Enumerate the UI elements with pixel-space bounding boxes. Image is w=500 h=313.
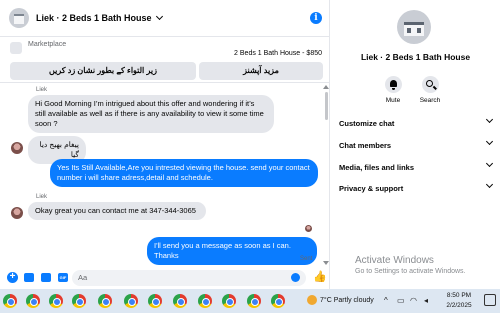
chrome-icon[interactable]	[271, 294, 285, 308]
seen-avatar	[305, 225, 312, 232]
marketplace-icon	[10, 42, 22, 54]
info-icon[interactable]: i	[310, 12, 322, 24]
volume-icon[interactable]: ◂	[424, 296, 428, 305]
scroll-down-icon[interactable]	[323, 261, 329, 265]
message-bubble-in[interactable]: Okay great you can contact me at 347-344…	[28, 202, 206, 220]
chrome-icon[interactable]	[173, 294, 187, 308]
chat-title-text: Liek · 2 Beds 1 Bath House	[36, 13, 152, 23]
chevron-up-icon[interactable]: ^	[384, 296, 388, 305]
section-privacy-support[interactable]: Privacy & support	[339, 180, 494, 193]
marketplace-bar: Marketplace 2 Beds 1 Bath House - $850 ز…	[0, 38, 330, 83]
chrome-icon[interactable]	[222, 294, 236, 308]
section-chat-members[interactable]: Chat members	[339, 137, 494, 150]
chrome-icon[interactable]	[124, 294, 138, 308]
chrome-icon[interactable]	[148, 294, 162, 308]
chevron-down-icon	[485, 180, 494, 189]
taskbar: 7°C Partly cloudy ^ ▭ ◠ ◂ 8:50 PM 2/2/20…	[0, 289, 500, 313]
message-sender: Liek	[36, 194, 48, 200]
sticker-icon[interactable]	[41, 273, 51, 282]
like-icon[interactable]: 👍	[313, 271, 327, 284]
scroll-thumb[interactable]	[325, 92, 328, 120]
chevron-down-icon	[485, 137, 494, 146]
clock-date[interactable]: 2/2/2025	[444, 302, 474, 309]
chevron-down-icon	[155, 12, 163, 21]
chrome-icon[interactable]	[198, 294, 212, 308]
message-status: Sent	[300, 256, 313, 262]
section-label: Media, files and links	[339, 163, 415, 172]
section-label: Privacy & support	[339, 184, 404, 193]
conversation-avatar[interactable]	[397, 10, 431, 44]
more-options-button[interactable]: مزید آپشنز	[199, 62, 323, 80]
section-media-files-links[interactable]: Media, files and links	[339, 159, 494, 172]
chrome-icon[interactable]	[247, 294, 261, 308]
section-customize-chat[interactable]: Customize chat	[339, 115, 494, 128]
scroll-up-icon[interactable]	[323, 85, 329, 89]
message-input[interactable]: Aa	[72, 270, 306, 286]
message-input-placeholder: Aa	[78, 273, 88, 282]
mute-label: Mute	[385, 97, 401, 104]
search-button[interactable]: Search	[410, 76, 450, 104]
section-label: Customize chat	[339, 119, 395, 128]
conversation-title: Liek · 2 Beds 1 Bath House	[360, 52, 471, 62]
house-image	[404, 22, 424, 36]
chevron-down-icon	[485, 115, 494, 124]
image-icon[interactable]	[24, 273, 34, 282]
mark-pending-button[interactable]: زیر التواء کے بطور نشان زد کریں	[10, 62, 196, 80]
chat-header: Liek · 2 Beds 1 Bath House i	[0, 0, 330, 37]
listing-title[interactable]: 2 Beds 1 Bath House - $850	[234, 50, 322, 57]
activate-windows-title: Activate Windows	[355, 255, 434, 266]
chevron-down-icon	[485, 159, 494, 168]
bell-icon	[389, 80, 397, 90]
network-icon[interactable]: ▭	[397, 296, 405, 305]
weather-icon[interactable]	[307, 295, 317, 305]
messenger-window: Liek · 2 Beds 1 Bath House i Marketplace…	[0, 0, 500, 289]
message-sender: Liek	[36, 87, 48, 93]
mute-circle	[384, 76, 402, 93]
clock-time[interactable]: 8:50 PM	[446, 292, 472, 299]
chrome-icon[interactable]	[98, 294, 112, 308]
weather-text[interactable]: 7°C Partly cloudy	[320, 297, 374, 304]
chat-pane: Liek · 2 Beds 1 Bath House i Marketplace…	[0, 0, 330, 289]
section-label: Chat members	[339, 141, 392, 150]
plus-icon[interactable]: +	[7, 272, 18, 283]
search-label: Search	[419, 97, 441, 104]
composer: + GIF Aa 👍	[0, 267, 330, 289]
notification-icon[interactable]	[484, 294, 496, 306]
conversation-info-pane: Liek · 2 Beds 1 Bath House Mute Search C…	[331, 0, 500, 289]
avatar[interactable]	[11, 142, 23, 154]
message-bubble-out[interactable]: I'll send you a message as soon as I can…	[147, 237, 317, 265]
chat-title[interactable]: Liek · 2 Beds 1 Bath House	[36, 12, 163, 23]
wifi-icon[interactable]: ◠	[410, 296, 417, 305]
chrome-icon[interactable]	[72, 294, 86, 308]
avatar[interactable]	[11, 207, 23, 219]
chrome-icon[interactable]	[49, 294, 63, 308]
chrome-icon[interactable]	[3, 294, 17, 308]
message-bubble-in[interactable]: Hi Good Morning I’m intrigued about this…	[28, 95, 274, 133]
chrome-icon[interactable]	[26, 294, 40, 308]
search-circle	[421, 76, 439, 93]
message-bubble-out[interactable]: Yes Its Still Available,Are you intreste…	[50, 159, 318, 187]
marketplace-label: Marketplace	[28, 41, 67, 48]
activate-windows-subtitle: Go to Settings to activate Windows.	[355, 268, 466, 275]
emoji-icon[interactable]	[291, 273, 300, 282]
search-icon	[425, 80, 433, 87]
gif-icon[interactable]: GIF	[58, 273, 68, 282]
message-list: Liek Hi Good Morning I’m intrigued about…	[0, 84, 330, 267]
mute-button[interactable]: Mute	[373, 76, 413, 104]
listing-thumbnail[interactable]	[9, 8, 29, 28]
